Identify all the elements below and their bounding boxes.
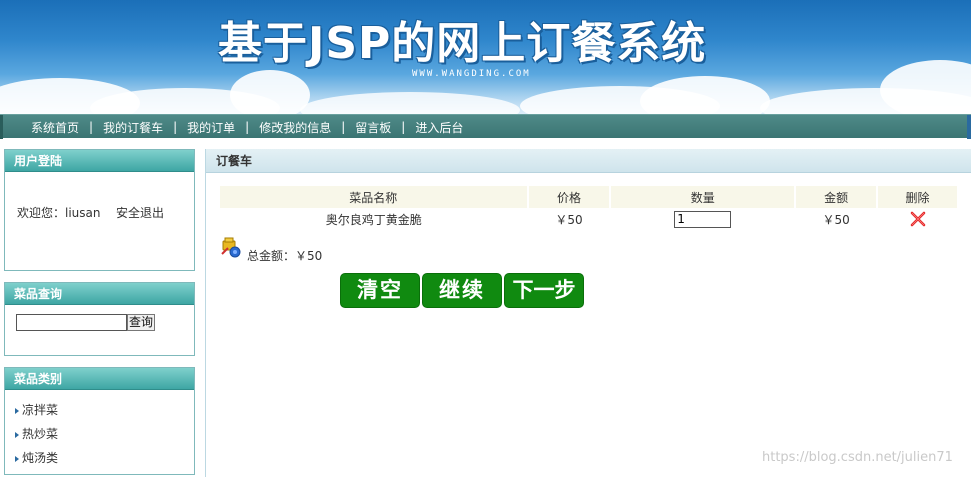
dish-search-title: 菜品查询: [5, 283, 194, 305]
table-row: 奥尔良鸡丁黄金脆 ￥50 ￥50: [220, 208, 958, 230]
nav-message-board[interactable]: 留言板: [355, 119, 391, 136]
dish-search-panel: 菜品查询 查询: [4, 282, 195, 356]
dish-name-cell: 奥尔良鸡丁黄金脆: [325, 212, 422, 227]
delete-x-icon[interactable]: [910, 211, 926, 227]
source-watermark: https://blog.csdn.net/julien71: [762, 450, 953, 465]
clear-cart-button[interactable]: 清空: [340, 273, 420, 308]
quantity-cell: [610, 208, 795, 230]
page-title: 订餐车: [216, 154, 253, 168]
nav-home[interactable]: 系统首页: [31, 119, 79, 136]
category-label: 炖汤类: [22, 451, 59, 465]
bullet-arrow-icon: [15, 455, 19, 462]
nav-separator: |: [401, 120, 406, 134]
delete-cell: [877, 208, 958, 230]
header-banner: 基于JSP的网上订餐系统 WWW.WANGDING.COM: [0, 0, 971, 114]
col-delete: 删除: [877, 186, 959, 208]
dish-search-input[interactable]: [16, 314, 127, 331]
category-item[interactable]: 炖汤类: [15, 446, 58, 470]
nav-separator: |: [245, 120, 250, 134]
next-step-button[interactable]: 下一步: [504, 273, 584, 308]
table-header-row: 菜品名称 价格 数量 金额 删除: [220, 186, 959, 208]
welcome-text: 欢迎您：liusan: [17, 206, 101, 220]
category-list: 凉拌菜 热炒菜 炖汤类: [15, 398, 58, 470]
cart-table: 菜品名称 价格 数量 金额 删除 奥尔良鸡丁黄金脆 ￥50 ￥50: [220, 186, 959, 230]
amount-cell: ￥50: [822, 212, 850, 227]
user-login-title: 用户登陆: [5, 150, 194, 172]
category-item[interactable]: 热炒菜: [15, 422, 58, 446]
cart-header: 订餐车: [206, 149, 971, 173]
dish-category-title: 菜品类别: [5, 368, 194, 390]
col-price: 价格: [527, 186, 612, 208]
nav-separator: |: [89, 120, 94, 134]
nav-items: 系统首页 | 我的订餐车 | 我的订单 | 修改我的信息 | 留言板 | 进入后…: [31, 115, 463, 139]
quantity-input[interactable]: [674, 210, 732, 228]
nav-separator: |: [173, 120, 178, 134]
col-amount: 金额: [795, 186, 879, 208]
category-label: 凉拌菜: [22, 403, 59, 417]
nav-my-orders[interactable]: 我的订单: [187, 119, 235, 136]
nav-edit-profile[interactable]: 修改我的信息: [259, 119, 331, 136]
site-title: 基于JSP的网上订餐系统: [218, 18, 707, 69]
site-url-subtitle: WWW.WANGDING.COM: [412, 69, 531, 79]
col-quantity: 数量: [610, 186, 797, 208]
money-bag-icon: [221, 237, 241, 258]
user-login-panel: 用户登陆 欢迎您：liusan 安全退出: [4, 149, 195, 271]
dish-category-panel: 菜品类别 凉拌菜 热炒菜 炖汤类: [4, 367, 195, 475]
category-label: 热炒菜: [22, 427, 59, 441]
col-dish-name: 菜品名称: [220, 186, 529, 208]
cart-total: 总金额：￥50: [247, 249, 323, 263]
category-item[interactable]: 凉拌菜: [15, 398, 58, 422]
bullet-arrow-icon: [15, 431, 19, 438]
continue-shopping-button[interactable]: 继续: [422, 273, 502, 308]
price-cell: ￥50: [555, 212, 583, 227]
search-button[interactable]: 查询: [127, 314, 155, 331]
nav-my-cart[interactable]: 我的订餐车: [103, 119, 163, 136]
main-divider: [205, 149, 206, 477]
nav-admin[interactable]: 进入后台: [415, 119, 463, 136]
nav-separator: |: [341, 120, 346, 134]
nav-right-cap: [967, 115, 971, 139]
logout-link[interactable]: 安全退出: [116, 204, 164, 221]
main-nav: 系统首页 | 我的订餐车 | 我的订单 | 修改我的信息 | 留言板 | 进入后…: [0, 114, 971, 139]
bullet-arrow-icon: [15, 407, 19, 414]
nav-left-cap: [0, 115, 3, 139]
